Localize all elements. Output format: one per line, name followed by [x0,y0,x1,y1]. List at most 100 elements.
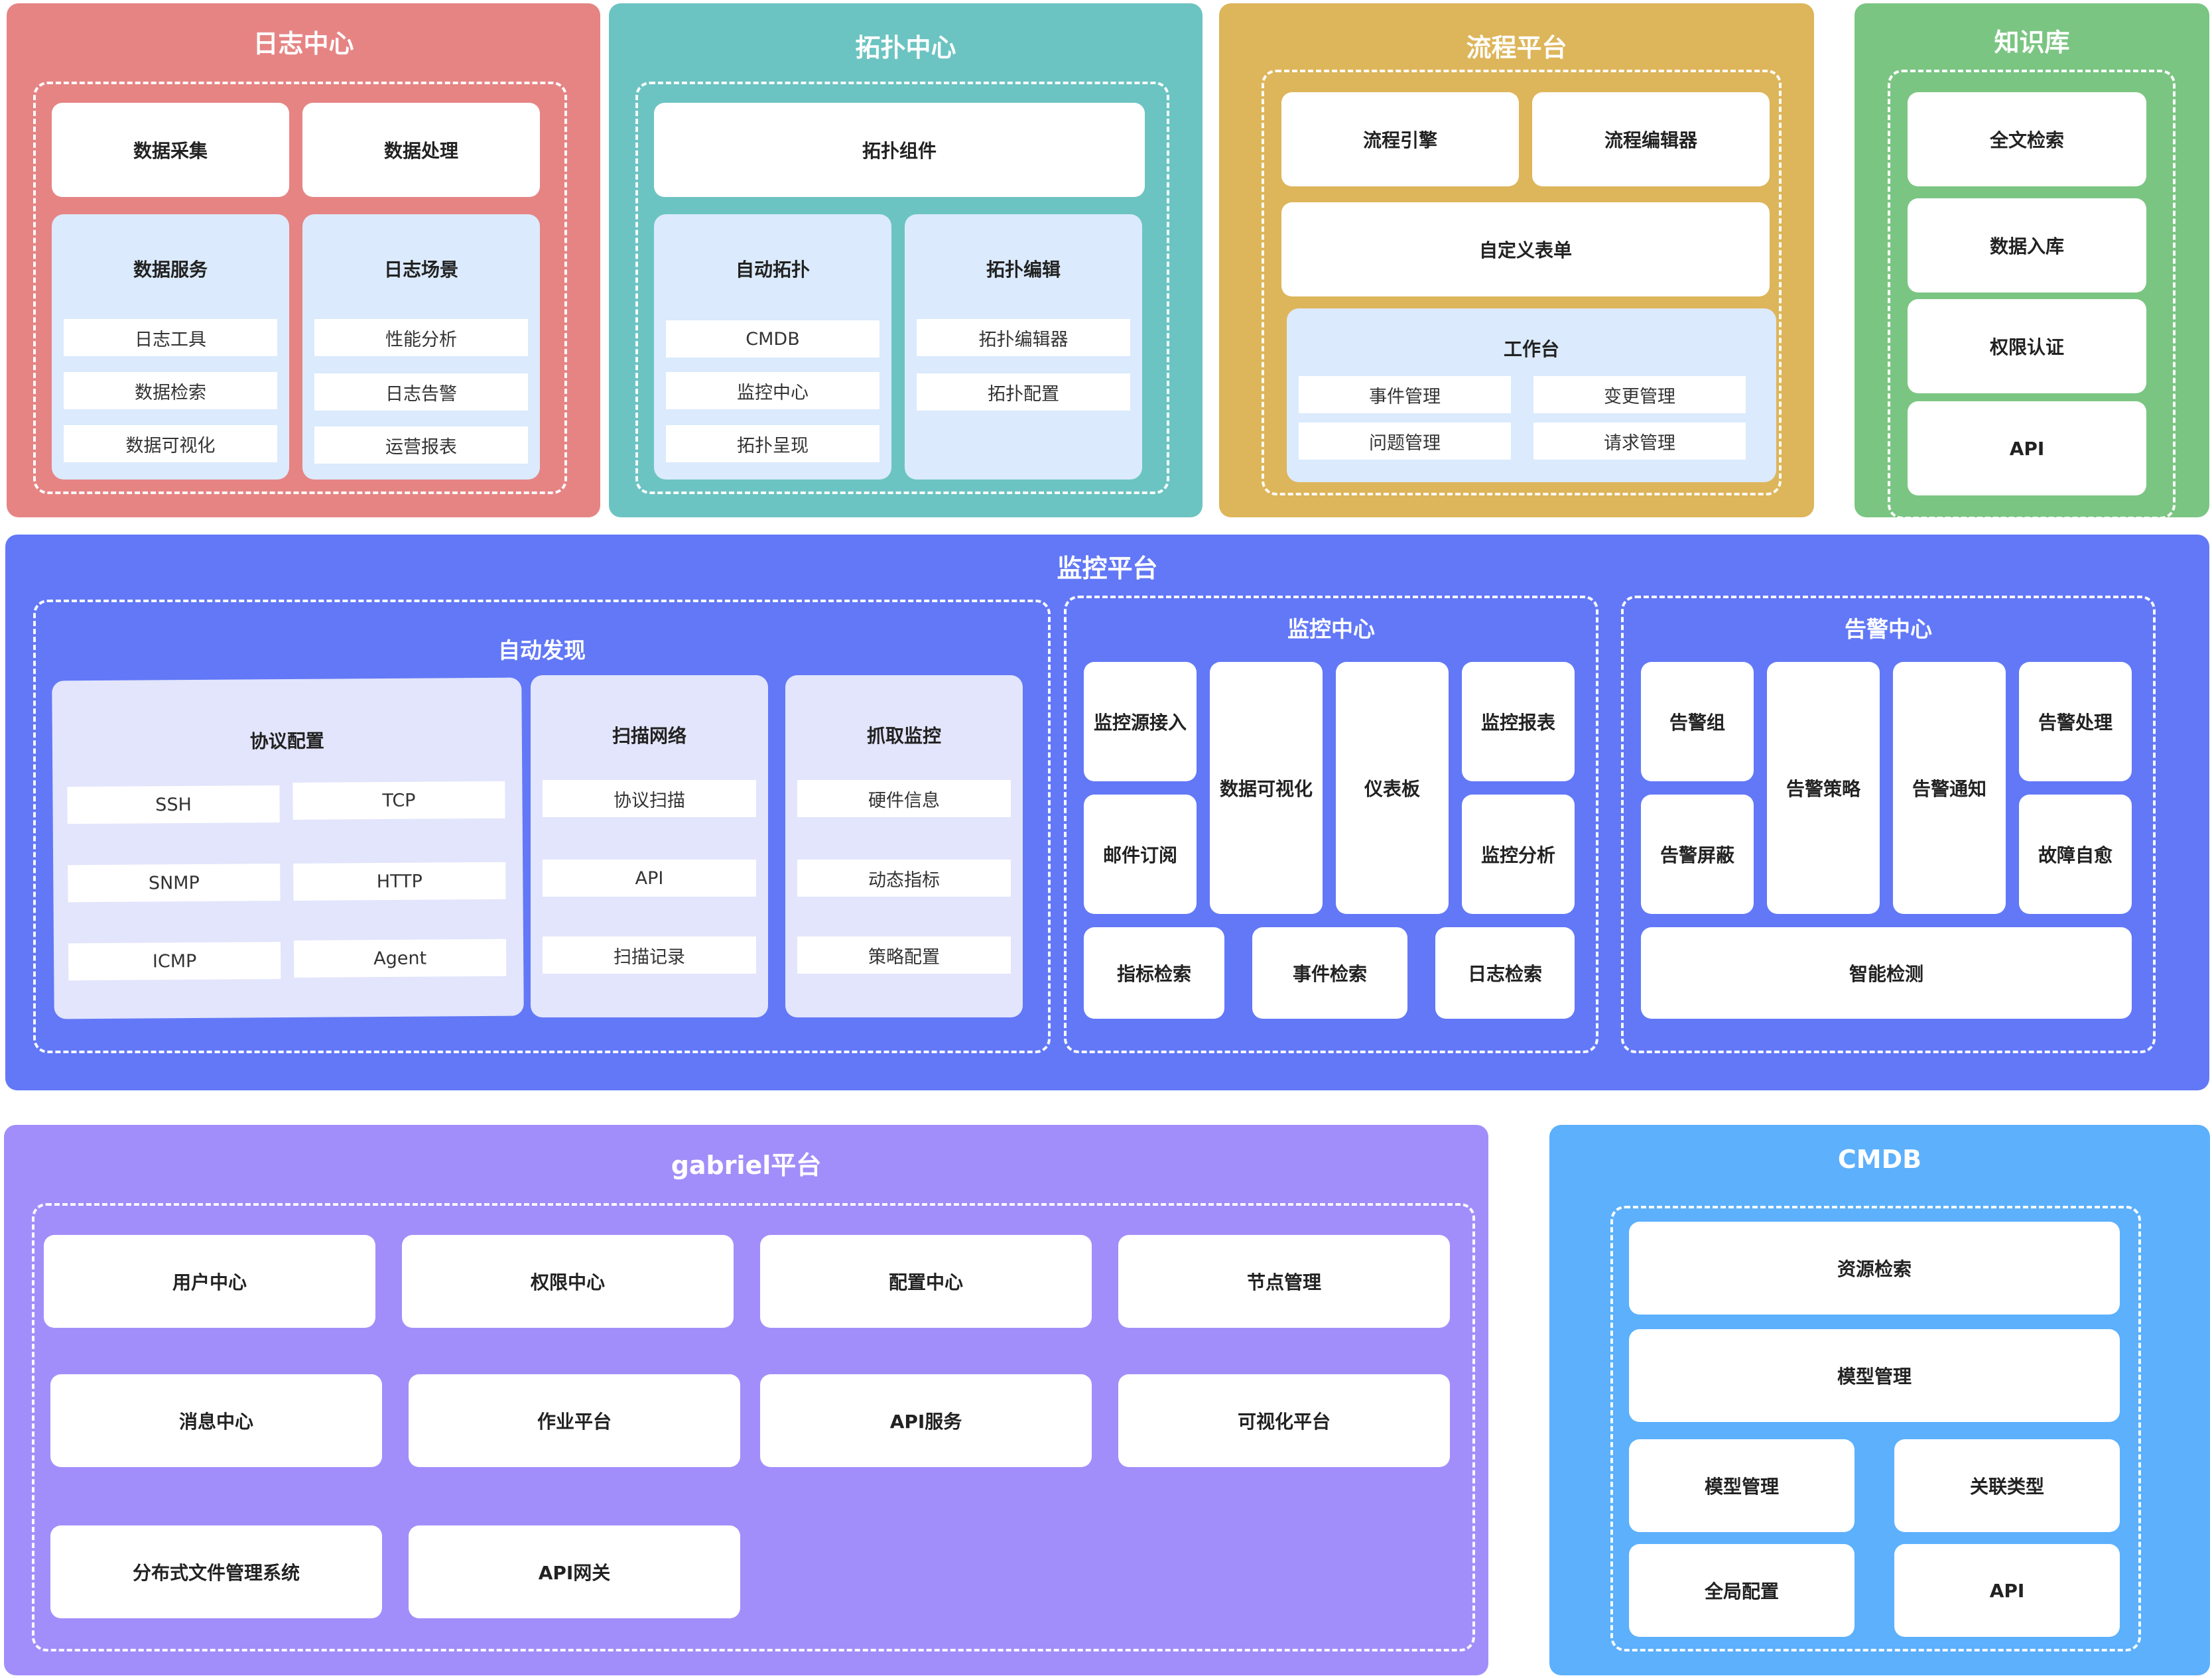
monitor-center-title: 监控中心 [1287,616,1375,642]
auto-discovery-title: 自动发现 [498,637,586,663]
perf-analysis-item[interactable]: 性能分析 [314,319,528,356]
protocol-scan-item[interactable]: 协议扫描 [543,780,756,817]
alert-policy-box[interactable]: 告警策略 [1767,662,1880,914]
topo-editor-item[interactable]: 拓扑编辑器 [917,319,1130,356]
message-center-box[interactable]: 消息中心 [50,1374,382,1467]
workbench-title: 工作台 [1503,338,1559,360]
relation-type-box[interactable]: 关联类型 [1894,1439,2120,1532]
data-visual-item[interactable]: 数据可视化 [64,425,277,462]
auto-topo-group: 自动拓扑 CMDB 监控中心 拓扑呈现 [654,214,891,480]
request-mgmt-item[interactable]: 请求管理 [1533,422,1746,460]
monitor-platform-title: 监控平台 [1057,554,1158,583]
config-center-box[interactable]: 配置中心 [760,1235,1092,1328]
icmp-item[interactable]: ICMP [68,942,281,981]
alert-handle-box[interactable]: 告警处理 [2019,662,2132,781]
data-visual-box[interactable]: 数据可视化 [1210,662,1323,914]
model-mgmt-box[interactable]: 模型管理 [1629,1329,2120,1422]
metric-search-box[interactable]: 指标检索 [1084,927,1224,1019]
ops-report-item[interactable]: 运营报表 [314,426,528,464]
problem-mgmt-item[interactable]: 问题管理 [1299,422,1511,460]
http-item[interactable]: HTTP [293,862,506,901]
api-service-box[interactable]: API服务 [760,1374,1092,1467]
cmdb-panel: CMDB 资源检索 模型管理 模型管理 关联类型 全局配置 API [1549,1125,2210,1675]
knowledge-base-title: 知识库 [1994,28,2070,57]
data-service-title: 数据服务 [133,259,208,281]
cmdb-api-box[interactable]: API [1894,1544,2120,1637]
fetch-monitor-title: 抓取监控 [866,725,941,747]
api-gateway-box[interactable]: API网关 [409,1525,740,1618]
event-mgmt-item[interactable]: 事件管理 [1299,376,1511,413]
agent-item[interactable]: Agent [293,938,507,978]
monitor-source-box[interactable]: 监控源接入 [1084,662,1197,781]
model-mgmt-box-2[interactable]: 模型管理 [1629,1439,1854,1532]
alert-group-box[interactable]: 告警组 [1641,662,1754,781]
flow-platform-title: 流程平台 [1466,33,1567,62]
log-center-title: 日志中心 [253,29,354,58]
topo-edit-title: 拓扑编辑 [986,259,1061,281]
log-scene-title: 日志场景 [383,259,458,281]
gabriel-platform-title: gabriel平台 [671,1151,822,1180]
snmp-item[interactable]: SNMP [68,864,281,903]
protocol-config-title: 协议配置 [249,730,324,753]
scan-record-item[interactable]: 扫描记录 [543,936,756,974]
permission-center-box[interactable]: 权限中心 [402,1235,734,1328]
workbench-group: 工作台 事件管理 变更管理 问题管理 请求管理 [1287,308,1776,482]
topo-config-item[interactable]: 拓扑配置 [917,373,1130,411]
alert-center-title: 告警中心 [1845,616,1932,642]
change-mgmt-item[interactable]: 变更管理 [1533,376,1746,413]
smart-detect-box[interactable]: 智能检测 [1641,927,2132,1019]
dashboard-box[interactable]: 仪表板 [1336,662,1449,914]
log-alert-item[interactable]: 日志告警 [314,373,528,411]
data-search-item[interactable]: 数据检索 [64,372,277,409]
cmdb-item[interactable]: CMDB [666,320,879,357]
data-process-box[interactable]: 数据处理 [302,103,540,197]
auto-topo-title: 自动拓扑 [735,259,810,281]
alert-shield-box[interactable]: 告警屏蔽 [1641,795,1754,914]
log-tool-item[interactable]: 日志工具 [64,319,277,356]
kb-api-box[interactable]: API [1908,401,2146,495]
global-config-box[interactable]: 全局配置 [1629,1544,1854,1637]
resource-search-box[interactable]: 资源检索 [1629,1222,2120,1315]
data-ingest-box[interactable]: 数据入库 [1908,198,2146,292]
auth-box[interactable]: 权限认证 [1908,299,2146,393]
hardware-info-item[interactable]: 硬件信息 [797,780,1011,817]
job-platform-box[interactable]: 作业平台 [409,1374,740,1467]
flow-platform-panel: 流程平台 流程引擎 流程编辑器 自定义表单 工作台 事件管理 变更管理 问题管理… [1219,3,1814,517]
scan-api-item[interactable]: API [543,860,756,897]
policy-config-item[interactable]: 策略配置 [797,936,1011,974]
data-collect-box[interactable]: 数据采集 [52,103,289,197]
topo-center-title: 拓扑中心 [855,33,956,62]
dfs-mgmt-box[interactable]: 分布式文件管理系统 [50,1525,382,1618]
protocol-config-group: 协议配置 SSH TCP SNMP HTTP ICMP Agent [52,677,524,1019]
custom-form-box[interactable]: 自定义表单 [1281,202,1770,296]
knowledge-base-panel: 知识库 全文检索 数据入库 权限认证 API [1854,3,2209,519]
node-mgmt-box[interactable]: 节点管理 [1118,1235,1450,1328]
alert-notify-box[interactable]: 告警通知 [1893,662,2006,914]
topo-component-box[interactable]: 拓扑组件 [654,103,1145,197]
scan-network-title: 扫描网络 [612,725,686,747]
log-scene-group: 日志场景 性能分析 日志告警 运营报表 [302,214,540,480]
user-center-box[interactable]: 用户中心 [44,1235,375,1328]
monitor-platform-panel: 监控平台 自动发现 协议配置 SSH TCP SNMP HTTP ICMP Ag… [5,535,2209,1090]
scan-network-group: 扫描网络 协议扫描 API 扫描记录 [531,675,768,1017]
topo-edit-group: 拓扑编辑 拓扑编辑器 拓扑配置 [905,214,1142,480]
topo-center-panel: 拓扑中心 拓扑组件 自动拓扑 CMDB 监控中心 拓扑呈现 拓扑编辑 拓扑编辑器… [609,3,1203,517]
visual-platform-box[interactable]: 可视化平台 [1118,1374,1450,1467]
monitor-center-item[interactable]: 监控中心 [666,372,879,409]
topo-render-item[interactable]: 拓扑呈现 [666,425,879,462]
event-search-box[interactable]: 事件检索 [1252,927,1407,1019]
tcp-item[interactable]: TCP [293,781,505,820]
dynamic-metric-item[interactable]: 动态指标 [797,860,1011,897]
mail-subscribe-box[interactable]: 邮件订阅 [1084,795,1197,914]
gabriel-platform-panel: gabriel平台 用户中心 权限中心 配置中心 节点管理 消息中心 作业平台 … [4,1125,1488,1675]
flow-engine-box[interactable]: 流程引擎 [1281,92,1519,186]
monitor-analysis-box[interactable]: 监控分析 [1462,795,1575,914]
log-search-box[interactable]: 日志检索 [1435,927,1575,1019]
log-center-panel: 日志中心 数据采集 数据处理 数据服务 日志工具 数据检索 数据可视化 日志场景… [7,3,600,517]
flow-editor-box[interactable]: 流程编辑器 [1532,92,1770,186]
ssh-item[interactable]: SSH [67,785,280,824]
cmdb-title: CMDB [1837,1145,1922,1174]
fulltext-search-box[interactable]: 全文检索 [1908,92,2146,186]
self-heal-box[interactable]: 故障自愈 [2019,795,2132,914]
monitor-report-box[interactable]: 监控报表 [1462,662,1575,781]
